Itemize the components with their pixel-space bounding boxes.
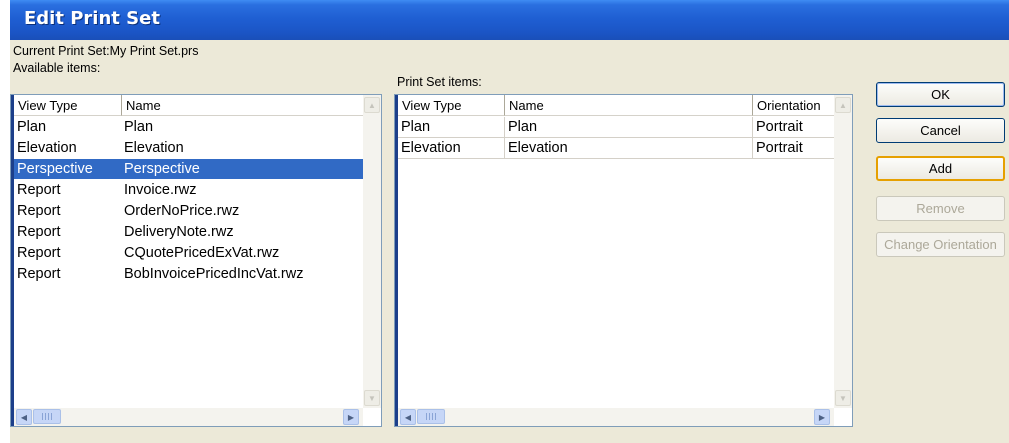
list-item[interactable]: Elevation Elevation: [14, 138, 363, 158]
available-items-list[interactable]: View Type Name Plan Plan Elevation Elevatio…: [10, 94, 382, 427]
column-header-name[interactable]: Name: [504, 95, 752, 116]
cell-view-type: Report: [17, 224, 61, 240]
print-set-vertical-scrollbar[interactable]: ▲ ▼: [834, 95, 852, 408]
cancel-button[interactable]: Cancel: [876, 118, 1005, 143]
remove-button[interactable]: Remove: [876, 196, 1005, 221]
print-set-items-label: Print Set items:: [397, 75, 482, 89]
available-items-label: Available items:: [13, 61, 101, 75]
list-item[interactable]: Report BobInvoicePricedIncVat.rwz: [14, 264, 363, 284]
cell-view-type: Perspective: [17, 161, 93, 177]
cell-name: Elevation: [124, 140, 184, 156]
available-vertical-scrollbar[interactable]: ▲ ▼: [363, 95, 381, 408]
cell-view-type: Report: [17, 203, 61, 219]
scroll-right-icon[interactable]: ▶: [343, 409, 359, 425]
cell-view-type: Report: [17, 182, 61, 198]
scroll-up-icon[interactable]: ▲: [364, 97, 380, 113]
cell-name: Elevation: [504, 138, 752, 158]
cell-name: OrderNoPrice.rwz: [124, 203, 240, 219]
list-item[interactable]: Perspective Perspective: [14, 159, 363, 179]
scroll-thumb[interactable]: [417, 409, 445, 424]
cell-orientation: Portrait: [752, 117, 834, 137]
ok-button[interactable]: OK: [876, 82, 1005, 107]
cell-name: Plan: [124, 119, 154, 135]
cell-view-type: Plan: [401, 119, 431, 135]
column-header-orientation[interactable]: Orientation: [752, 95, 834, 116]
column-header-view-type[interactable]: View Type: [398, 95, 504, 116]
title-bar[interactable]: Edit Print Set: [10, 0, 1009, 40]
cell-name: Plan: [504, 117, 752, 137]
window-title: Edit Print Set: [24, 8, 160, 29]
scroll-thumb[interactable]: [33, 409, 61, 424]
edit-print-set-dialog: Edit Print Set Current Print Set:My Prin…: [10, 0, 1009, 443]
grip-icon: [42, 413, 52, 420]
cell-name: Invoice.rwz: [124, 182, 197, 198]
cell-view-type: Report: [17, 266, 61, 282]
cell-view-type: Plan: [17, 119, 47, 135]
current-print-set-label: Current Print Set:My Print Set.prs: [13, 44, 199, 58]
cell-orientation: Portrait: [752, 138, 834, 158]
cell-view-type: Elevation: [17, 140, 77, 156]
print-set-items-list[interactable]: View Type Name Orientation Plan Plan Portr…: [394, 94, 853, 427]
cell-name: DeliveryNote.rwz: [124, 224, 234, 240]
list-item[interactable]: Report OrderNoPrice.rwz: [14, 201, 363, 221]
cell-name: Perspective: [124, 161, 200, 177]
column-header-name[interactable]: Name: [121, 95, 363, 116]
cell-name: BobInvoicePricedIncVat.rwz: [124, 266, 304, 282]
print-set-horizontal-scrollbar[interactable]: ◀ ▶: [398, 408, 834, 426]
list-item[interactable]: Plan Plan: [14, 117, 363, 137]
cell-view-type: Elevation: [401, 140, 461, 156]
list-item[interactable]: Report DeliveryNote.rwz: [14, 222, 363, 242]
available-horizontal-scrollbar[interactable]: ◀ ▶: [14, 408, 363, 426]
change-orientation-button[interactable]: Change Orientation: [876, 232, 1005, 257]
add-button[interactable]: Add: [876, 156, 1005, 181]
column-header-view-type[interactable]: View Type: [14, 95, 121, 116]
grip-icon: [426, 413, 436, 420]
scroll-left-icon[interactable]: ◀: [16, 409, 32, 425]
list-item[interactable]: Report Invoice.rwz: [14, 180, 363, 200]
scroll-down-icon[interactable]: ▼: [835, 390, 851, 406]
cell-view-type: Report: [17, 245, 61, 261]
table-row[interactable]: Elevation Elevation Portrait: [398, 138, 834, 159]
scroll-right-icon[interactable]: ▶: [814, 409, 830, 425]
list-item[interactable]: Report CQuotePricedExVat.rwz: [14, 243, 363, 263]
scroll-left-icon[interactable]: ◀: [400, 409, 416, 425]
cell-name: CQuotePricedExVat.rwz: [124, 245, 280, 261]
scroll-down-icon[interactable]: ▼: [364, 390, 380, 406]
table-row[interactable]: Plan Plan Portrait: [398, 117, 834, 138]
scroll-up-icon[interactable]: ▲: [835, 97, 851, 113]
